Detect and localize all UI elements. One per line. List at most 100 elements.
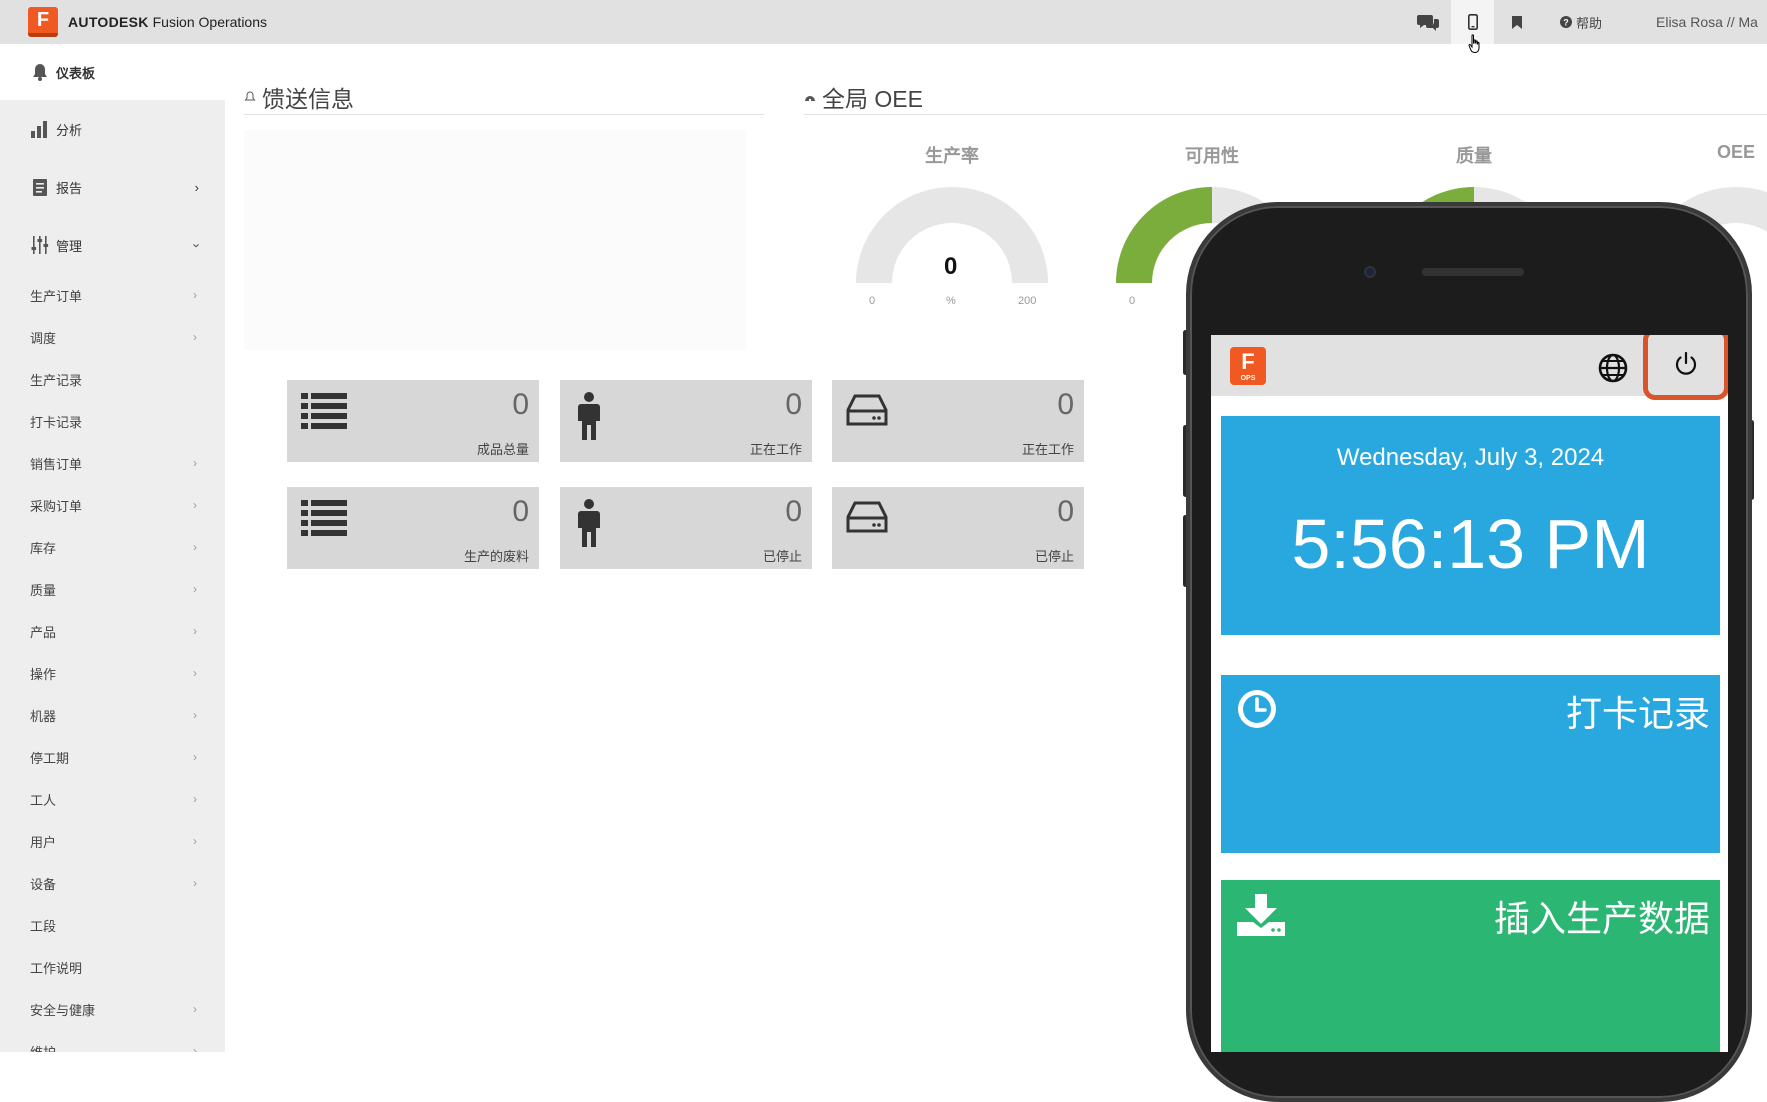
sidebar-subitem[interactable]: 生产订单 › — [0, 274, 225, 316]
bar-chart-icon — [31, 121, 47, 138]
stat-label: 已停止 — [762, 549, 802, 564]
sidebar-item-manage[interactable]: 管理 › — [0, 216, 225, 274]
sidebar-subitem[interactable]: 工段 — [0, 904, 225, 946]
sidebar-subitem-label: 停工期 — [30, 750, 70, 766]
gauge-label: 可用性 — [1185, 146, 1239, 166]
chevron-right-icon: › — [193, 288, 197, 302]
svg-text:?: ? — [1563, 18, 1569, 28]
drive-icon — [846, 499, 888, 540]
feed-panel — [244, 130, 746, 350]
punch-record-card[interactable]: 打卡记录 — [1221, 675, 1720, 853]
sidebar-item-label: 分析 — [56, 122, 83, 138]
drive-icon — [846, 392, 888, 433]
gauge-label: OEE — [1716, 142, 1755, 162]
brand[interactable]: F AUTODESK Fusion Operations — [28, 7, 268, 37]
list-icon — [301, 392, 347, 435]
stat-tile: 0 已停止 — [560, 487, 812, 569]
chevron-right-icon: › — [194, 179, 199, 195]
stat-value: 0 — [512, 388, 529, 421]
stat-tile: 0 已停止 — [832, 487, 1084, 569]
sidebar-subitem-label: 操作 — [30, 666, 57, 682]
user-menu[interactable]: Elisa Rosa // Ma — [1656, 0, 1767, 44]
sidebar-subitem[interactable]: 工人 › — [0, 778, 225, 820]
sidebar-subitem[interactable]: 设备 › — [0, 862, 225, 904]
feed-title: 馈送信息 — [244, 80, 354, 114]
sidebar-subitem[interactable]: 销售订单 › — [0, 442, 225, 484]
stat-label: 生产的废料 — [463, 549, 529, 564]
stat-label: 已停止 — [1034, 549, 1074, 564]
brand-name: AUTODESK Fusion Operations — [68, 14, 268, 30]
sidebar: 仪表板 分析 报告 › 管理 › 生产订单 › 调度 › 生产记录 打卡记录 销售订单 › 采购… — [0, 44, 225, 1052]
chevron-right-icon: › — [193, 876, 197, 890]
stat-label: 正在工作 — [1021, 442, 1074, 457]
stat-value: 0 — [1057, 388, 1074, 421]
gauge-value: 0 — [944, 253, 958, 280]
globe-icon[interactable] — [1597, 352, 1629, 384]
chevron-right-icon: › — [193, 498, 197, 512]
sidebar-subitem[interactable]: 维护 › — [0, 1030, 225, 1052]
speaker-grill — [1422, 268, 1524, 276]
fusion-logo-icon: F — [28, 7, 58, 37]
sidebar-subitem[interactable]: 安全与健康 › — [0, 988, 225, 1030]
sidebar-item-analysis[interactable]: 分析 — [0, 100, 225, 158]
gauge-min: 0 — [869, 295, 876, 307]
chevron-right-icon: › — [193, 792, 197, 806]
sidebar-subitem-label: 打卡记录 — [30, 414, 83, 430]
chevron-right-icon: › — [193, 1002, 197, 1016]
sidebar-subitem[interactable]: 采购订单 › — [0, 484, 225, 526]
sidebar-subitem-label: 采购订单 — [30, 498, 83, 514]
sidebar-subitem-label: 用户 — [30, 834, 57, 850]
sidebar-subitem-label: 工人 — [30, 792, 57, 808]
sidebar-subitem-label: 质量 — [30, 582, 57, 598]
chevron-right-icon: › — [193, 330, 197, 344]
sidebar-subitem[interactable]: 操作 › — [0, 652, 225, 694]
chevron-right-icon: › — [193, 750, 197, 764]
clock-icon — [1238, 690, 1276, 728]
sidebar-subitem-label: 机器 — [30, 708, 57, 724]
list-icon — [301, 499, 347, 542]
ops-logo-icon: F OPS — [1230, 347, 1266, 385]
sidebar-subitem[interactable]: 质量 › — [0, 568, 225, 610]
clock-time: 5:56:13 PM — [1291, 505, 1650, 583]
chevron-right-icon: › — [193, 540, 197, 554]
sidebar-item-label: 报告 — [56, 180, 83, 196]
sidebar-subitem[interactable]: 打卡记录 — [0, 400, 225, 442]
sidebar-subitem[interactable]: 停工期 › — [0, 736, 225, 778]
sidebar-item-dashboard[interactable]: 仪表板 — [0, 44, 225, 100]
chevron-right-icon: › — [193, 1044, 197, 1052]
sidebar-subitem[interactable]: 生产记录 — [0, 358, 225, 400]
sidebar-item-reports[interactable]: 报告 › — [0, 158, 225, 216]
gauge-max: 200 — [1018, 295, 1037, 307]
mobile-screen: F OPS Wednesday, July 3, 2024 5:56:13 PM… — [1211, 335, 1728, 1052]
chat-icon[interactable] — [1410, 0, 1446, 44]
sidebar-subitem[interactable]: 产品 › — [0, 610, 225, 652]
power-button[interactable] — [1643, 335, 1728, 400]
sidebar-subitem[interactable]: 机器 › — [0, 694, 225, 736]
gauge-min: 0 — [1129, 295, 1136, 307]
punch-record-label: 打卡记录 — [1565, 693, 1710, 734]
sidebar-item-label: 仪表板 — [56, 65, 96, 81]
sidebar-subitem[interactable]: 调度 › — [0, 316, 225, 358]
help-button[interactable]: ? 帮助 — [1556, 0, 1606, 44]
chevron-right-icon: › — [193, 834, 197, 848]
sidebar-subitem[interactable]: 工作说明 — [0, 946, 225, 988]
chevron-right-icon: › — [193, 456, 197, 470]
sidebar-subitem-label: 生产订单 — [30, 288, 83, 304]
stat-tile: 0 正在工作 — [560, 380, 812, 462]
chevron-right-icon: › — [193, 624, 197, 638]
stat-value: 0 — [785, 495, 802, 528]
sidebar-subitem-label: 工段 — [30, 918, 57, 934]
sidebar-subitem-label: 工作说明 — [30, 960, 83, 976]
sidebar-subitem[interactable]: 用户 › — [0, 820, 225, 862]
bookmark-icon[interactable] — [1505, 0, 1529, 44]
sidebar-subitem[interactable]: 库存 › — [0, 526, 225, 568]
sliders-icon — [31, 236, 49, 254]
stat-tile: 0 正在工作 — [832, 380, 1084, 462]
stat-value: 0 — [1057, 495, 1074, 528]
insert-production-card[interactable]: 插入生产数据 — [1221, 880, 1720, 1052]
stat-label: 成品总量 — [476, 442, 529, 457]
chevron-right-icon: › — [193, 582, 197, 596]
stat-label: 正在工作 — [749, 442, 802, 457]
sidebar-subitem-label: 维护 — [30, 1044, 57, 1053]
person-icon — [574, 392, 604, 445]
